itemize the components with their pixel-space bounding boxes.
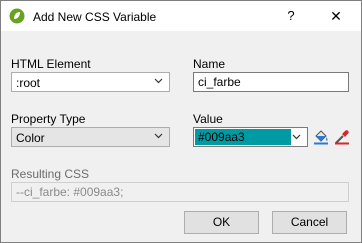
ok-button[interactable]: OK xyxy=(184,211,259,234)
resulting-css-input xyxy=(12,183,348,201)
app-logo-icon xyxy=(9,8,25,24)
html-element-combobox[interactable]: :root xyxy=(11,72,170,92)
cancel-button[interactable]: Cancel xyxy=(272,211,347,234)
title-bar: Add New CSS Variable ? ✕ xyxy=(1,1,361,31)
color-picker-button[interactable] xyxy=(332,127,352,147)
resulting-css-label: Resulting CSS xyxy=(11,167,90,181)
help-button[interactable]: ? xyxy=(277,1,305,31)
fill-color-button[interactable] xyxy=(311,127,331,147)
value-label: Value xyxy=(193,112,223,126)
resulting-css-field xyxy=(11,182,349,202)
paint-bucket-icon xyxy=(314,130,328,145)
chevron-down-icon xyxy=(154,78,163,84)
color-swatch: #009aa3 xyxy=(195,129,291,145)
name-input[interactable] xyxy=(194,73,348,91)
eyedropper-icon xyxy=(335,130,349,145)
close-button[interactable]: ✕ xyxy=(313,1,359,31)
html-element-label: HTML Element xyxy=(11,57,91,71)
name-label: Name xyxy=(193,57,226,71)
color-value-text: #009aa3 xyxy=(198,130,245,144)
property-type-value: Color xyxy=(16,131,45,145)
name-field[interactable] xyxy=(193,72,349,92)
dialog-title: Add New CSS Variable xyxy=(33,10,157,24)
chevron-down-icon xyxy=(292,134,301,140)
property-type-label: Property Type xyxy=(11,112,86,126)
property-type-combobox[interactable]: Color xyxy=(11,127,170,147)
color-value-combobox[interactable]: #009aa3 xyxy=(193,127,308,147)
chevron-down-icon xyxy=(154,133,163,139)
html-element-value: :root xyxy=(16,76,41,90)
add-css-variable-dialog: Add New CSS Variable ? ✕ HTML Element :r… xyxy=(0,0,362,243)
